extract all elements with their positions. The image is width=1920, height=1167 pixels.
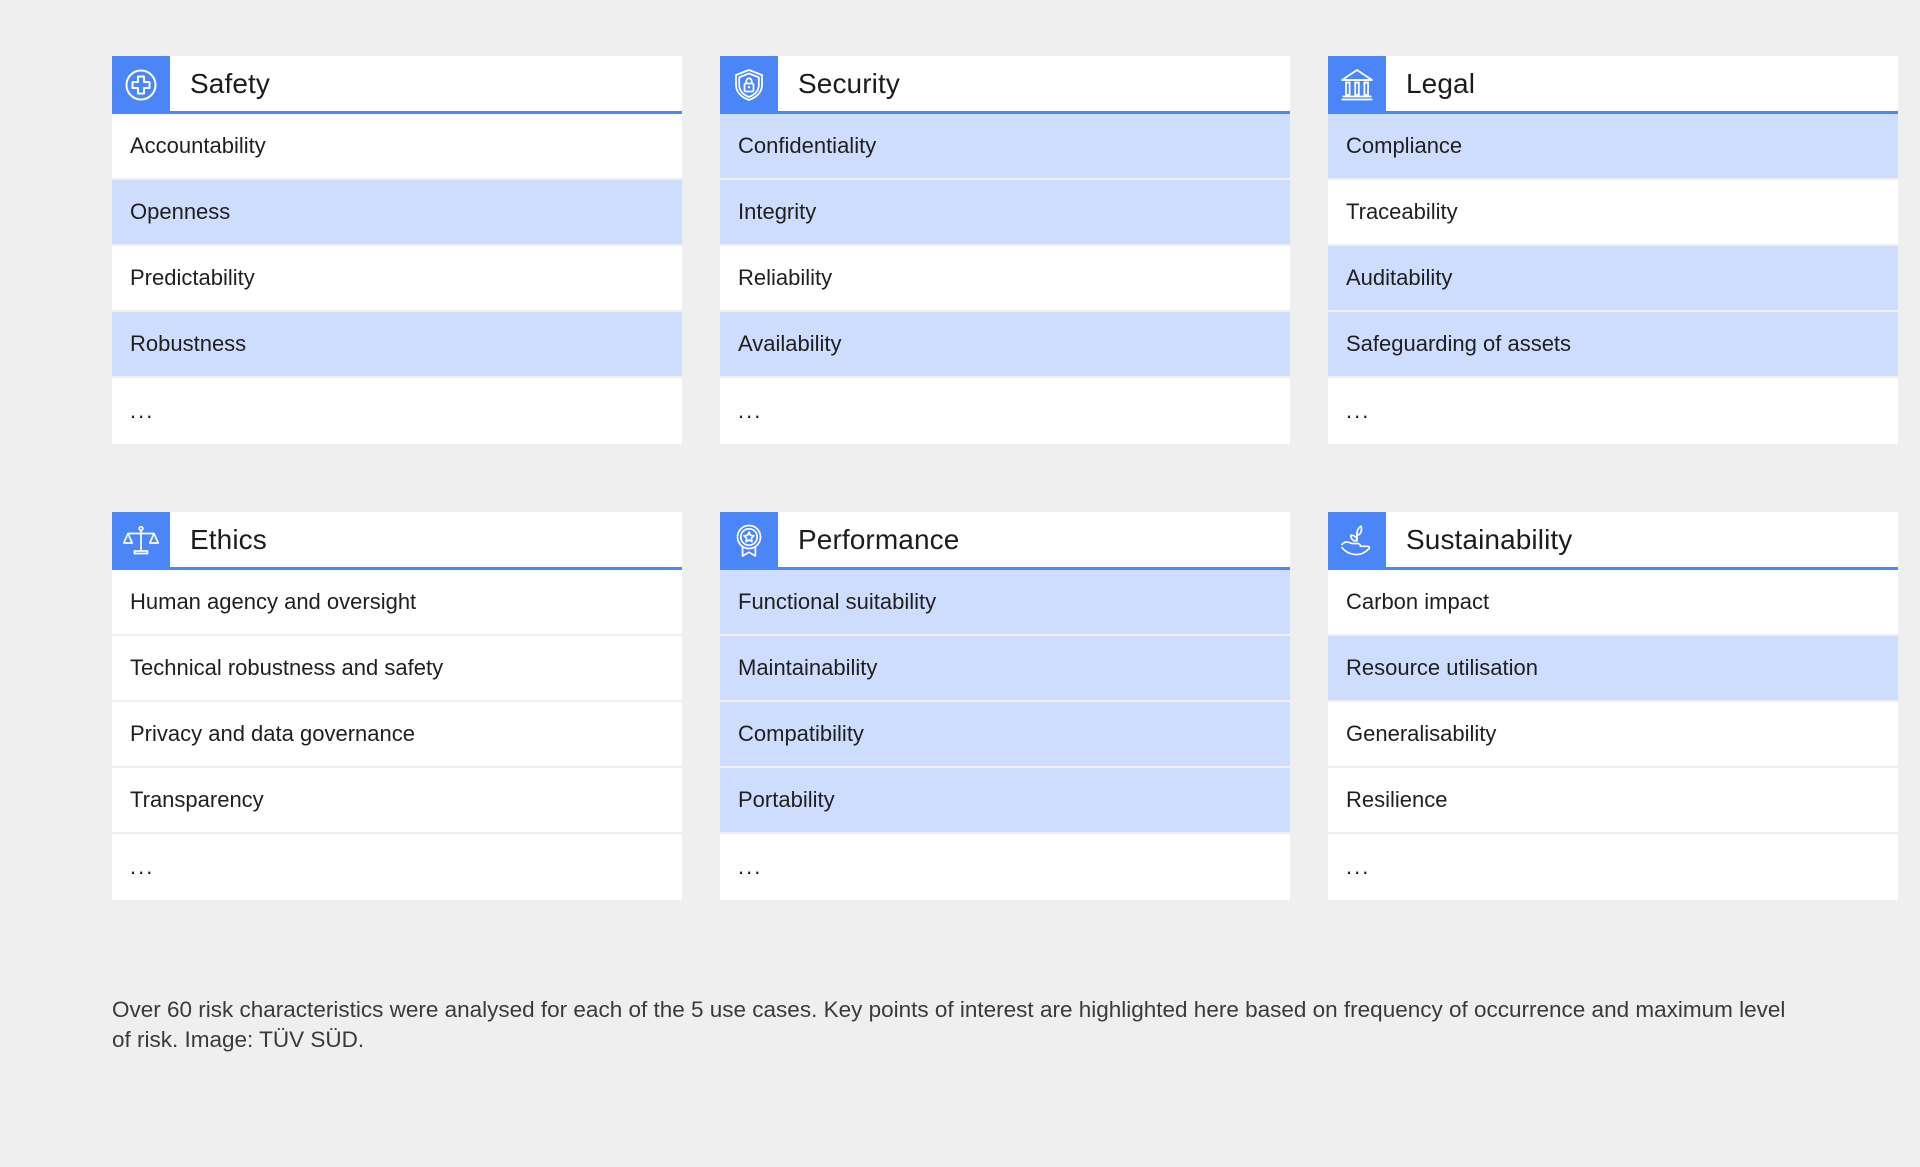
list-item[interactable]: Maintainability	[720, 636, 1290, 702]
list-item[interactable]: Auditability	[1328, 246, 1898, 312]
list-item[interactable]: Reliability	[720, 246, 1290, 312]
balance-scales-icon	[112, 512, 170, 570]
category-card-safety: Safety Accountability Openness Predictab…	[112, 56, 682, 444]
card-header: Performance	[720, 512, 1290, 570]
list-item-more: ...	[720, 378, 1290, 444]
list-item-more: ...	[112, 378, 682, 444]
list-item[interactable]: Compatibility	[720, 702, 1290, 768]
list-item[interactable]: Functional suitability	[720, 570, 1290, 636]
category-card-legal: Legal Compliance Traceability Auditabili…	[1328, 56, 1898, 444]
list-item-more: ...	[720, 834, 1290, 900]
list-item[interactable]: Portability	[720, 768, 1290, 834]
hand-plant-icon	[1328, 512, 1386, 570]
list-item[interactable]: Compliance	[1328, 114, 1898, 180]
card-row-list: Human agency and oversight Technical rob…	[112, 570, 682, 900]
list-item[interactable]: Privacy and data governance	[112, 702, 682, 768]
list-item[interactable]: Resilience	[1328, 768, 1898, 834]
list-item[interactable]: Resource utilisation	[1328, 636, 1898, 702]
shield-lock-icon	[720, 56, 778, 114]
card-header: Legal	[1328, 56, 1898, 114]
list-item-more: ...	[112, 834, 682, 900]
list-item[interactable]: Openness	[112, 180, 682, 246]
card-row-list: Functional suitability Maintainability C…	[720, 570, 1290, 900]
list-item[interactable]: Carbon impact	[1328, 570, 1898, 636]
card-row-list: Carbon impact Resource utilisation Gener…	[1328, 570, 1898, 900]
list-item[interactable]: Generalisability	[1328, 702, 1898, 768]
card-header: Ethics	[112, 512, 682, 570]
risk-characteristics-infographic: Safety Accountability Openness Predictab…	[0, 0, 1920, 1167]
card-title: Safety	[190, 67, 270, 99]
list-item[interactable]: Confidentiality	[720, 114, 1290, 180]
card-title: Performance	[798, 523, 960, 555]
list-item[interactable]: Traceability	[1328, 180, 1898, 246]
list-item-more: ...	[1328, 378, 1898, 444]
card-row-list: Confidentiality Integrity Reliability Av…	[720, 114, 1290, 444]
list-item[interactable]: Human agency and oversight	[112, 570, 682, 636]
list-item[interactable]: Integrity	[720, 180, 1290, 246]
shield-cross-circle-icon	[112, 56, 170, 114]
category-card-performance: Performance Functional suitability Maint…	[720, 512, 1290, 900]
category-card-sustainability: Sustainability Carbon impact Resource ut…	[1328, 512, 1898, 900]
card-title: Sustainability	[1406, 523, 1573, 555]
card-row-list: Compliance Traceability Auditability Saf…	[1328, 114, 1898, 444]
award-medal-icon	[720, 512, 778, 570]
card-title: Ethics	[190, 523, 267, 555]
card-row-list: Accountability Openness Predictability R…	[112, 114, 682, 444]
category-card-grid: Safety Accountability Openness Predictab…	[112, 56, 1898, 900]
category-card-security: Security Confidentiality Integrity Relia…	[720, 56, 1290, 444]
figure-caption: Over 60 risk characteristics were analys…	[112, 997, 1786, 1052]
list-item[interactable]: Accountability	[112, 114, 682, 180]
card-header: Safety	[112, 56, 682, 114]
list-item[interactable]: Safeguarding of assets	[1328, 312, 1898, 378]
card-title: Legal	[1406, 67, 1476, 99]
list-item[interactable]: Availability	[720, 312, 1290, 378]
list-item[interactable]: Technical robustness and safety	[112, 636, 682, 702]
list-item[interactable]: Transparency	[112, 768, 682, 834]
list-item-more: ...	[1328, 834, 1898, 900]
card-title: Security	[798, 67, 900, 99]
card-header: Security	[720, 56, 1290, 114]
bank-building-icon	[1328, 56, 1386, 114]
category-card-ethics: Ethics Human agency and oversight Techni…	[112, 512, 682, 900]
list-item[interactable]: Predictability	[112, 246, 682, 312]
card-header: Sustainability	[1328, 512, 1898, 570]
list-item[interactable]: Robustness	[112, 312, 682, 378]
